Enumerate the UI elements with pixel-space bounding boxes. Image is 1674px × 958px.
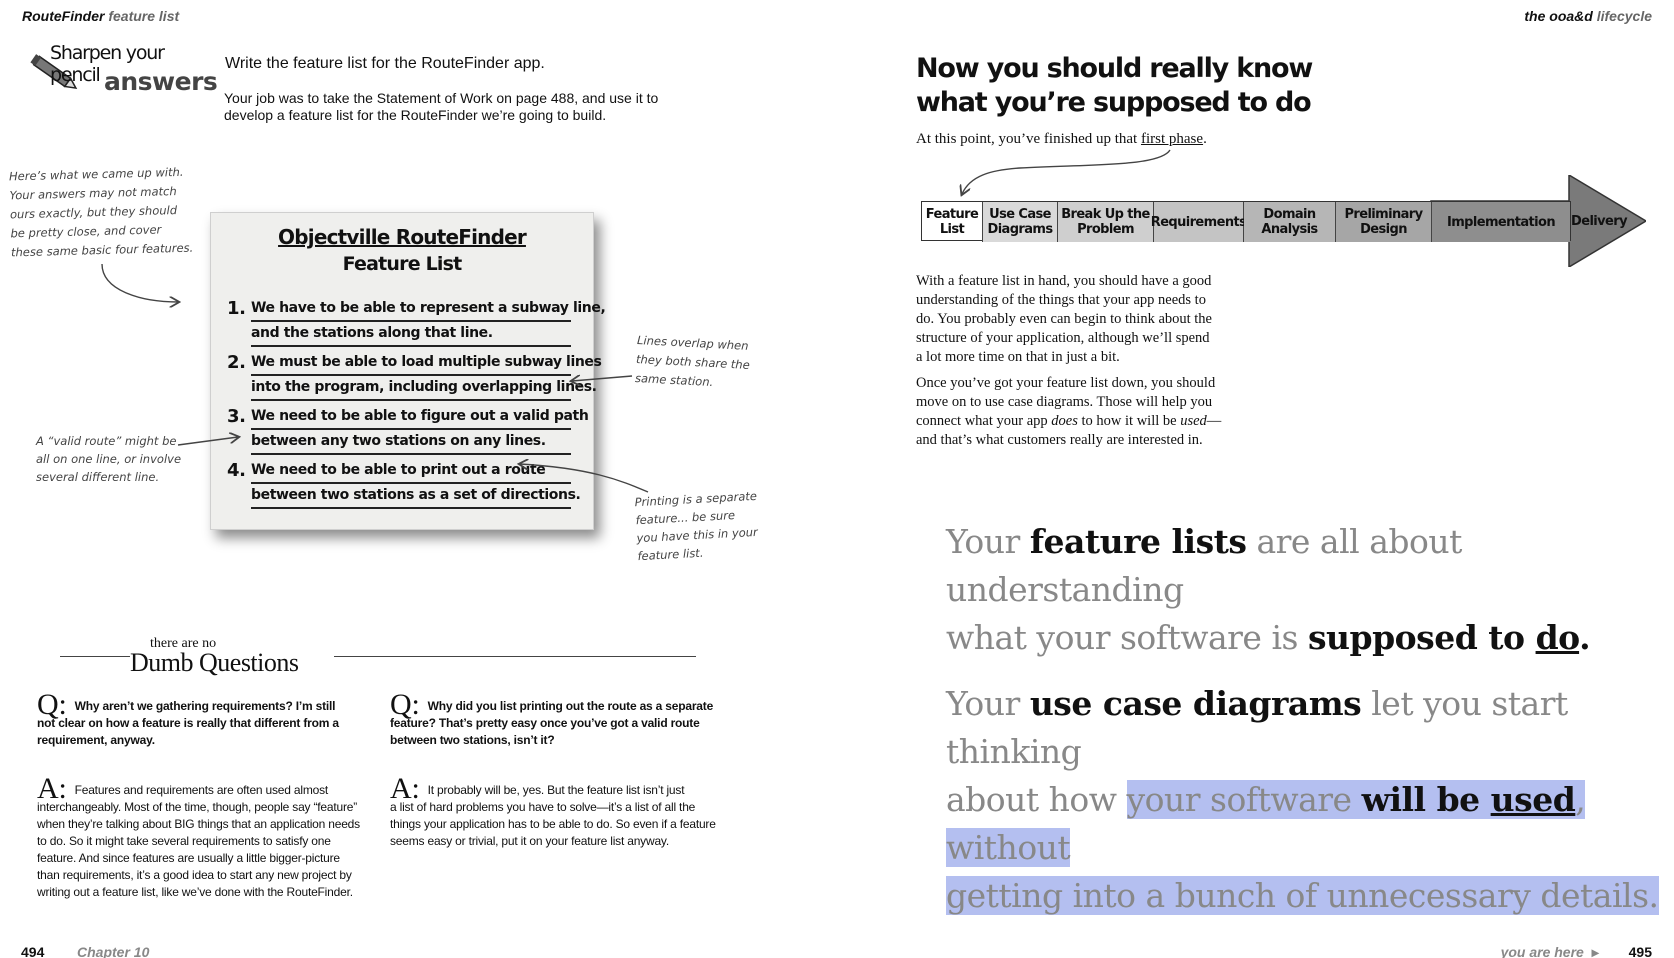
lifecycle-arrow: Feature List Use Case Diagrams Break Up th…	[921, 175, 1646, 267]
para-line: do. You probably even can begin to think…	[916, 311, 1212, 327]
paragraph-1: With a feature list in hand, you should …	[916, 272, 1212, 367]
statement-feature-lists: Your feature lists are all about underst…	[946, 518, 1674, 662]
phase-label: Diagrams	[987, 222, 1054, 237]
chapter-label: Chapter 10	[77, 944, 150, 958]
statement-text: Your	[946, 684, 1030, 723]
question-1: Q: Why aren’t we gathering requirements? …	[37, 690, 357, 749]
statement-emphasis: feature lists	[1029, 522, 1247, 561]
statement-emphasis: do	[1535, 618, 1580, 657]
statement-emphasis: .	[1579, 618, 1591, 657]
phase-preliminary-design: Preliminary Design	[1336, 202, 1432, 242]
right-heading: Now you should really know what you’re s…	[916, 52, 1313, 120]
answer-2: A: It probably will be, yes. But the feat…	[390, 774, 730, 850]
a-line: feature. And since features are usually …	[37, 851, 340, 865]
phase-use-case-diagrams: Use Case Diagrams	[983, 202, 1058, 242]
q-line: not clear on how a feature is really tha…	[37, 716, 339, 730]
question-2: Q: Why did you list printing out the rout…	[390, 690, 730, 749]
statement-emphasis: use case diagrams	[1029, 684, 1362, 723]
phase-label: Break Up the	[1061, 207, 1150, 222]
annotation-arrows	[101, 263, 649, 493]
para-line: Once you’ve got your feature list down, …	[916, 375, 1216, 391]
statement-text: Your	[946, 522, 1030, 561]
statement-emphasis: will be	[1361, 780, 1491, 819]
statement-text: your software	[1126, 780, 1362, 819]
answer-1: A: Features and requirements are often us…	[37, 774, 367, 901]
a-line: when they’re talking about BIG things th…	[37, 817, 360, 831]
statement-emphasis: used	[1490, 780, 1576, 819]
arrow-printing	[520, 464, 649, 493]
triangle-right-icon: ▸	[1591, 944, 1599, 958]
phase-label: Implementation	[1446, 214, 1556, 230]
intro-first-phase: first phase	[1140, 131, 1204, 147]
phase-label: Analysis	[1261, 222, 1318, 237]
phase-label: Domain	[1263, 207, 1316, 222]
page-number-right: 495	[1628, 944, 1652, 958]
phase-label: Delivery	[1571, 213, 1628, 229]
a-line: It probably will be, yes. But the featur…	[427, 783, 685, 797]
para-line: a lot more time on that in just a bit.	[916, 349, 1120, 365]
phase-delivery: Delivery	[1569, 201, 1629, 241]
statement-text: what your software is	[946, 618, 1308, 657]
phase-implementation: Implementation	[1432, 202, 1570, 242]
phase-requirements: Requirements	[1150, 202, 1247, 242]
para-text: —	[1206, 413, 1222, 429]
dumb-questions-title: Dumb Questions	[130, 648, 299, 677]
phase-label: Preliminary	[1344, 207, 1424, 222]
statement-emphasis: supposed to	[1307, 618, 1536, 657]
statement-text: about how	[946, 780, 1127, 819]
phase-feature-list: Feature List	[922, 202, 983, 242]
divider-left	[60, 656, 130, 657]
arrow-valid-route	[177, 437, 238, 446]
a-line: to do. So it might take several requirem…	[37, 834, 331, 848]
q-line: Why aren’t we gathering requirements? I’…	[74, 699, 336, 713]
phase-domain-analysis: Domain Analysis	[1244, 202, 1336, 242]
phase-label: Requirements	[1150, 214, 1247, 230]
a-line: Features and requirements are often used…	[74, 783, 329, 797]
phase-break-up-problem: Break Up the Problem	[1058, 202, 1154, 242]
header-subtitle: lifecycle	[1596, 8, 1652, 24]
para-text: to how it will be	[1077, 413, 1181, 429]
a-line: a list of hard problems you have to solv…	[390, 800, 696, 814]
q-line: Why did you list printing out the route …	[427, 699, 714, 713]
phase-label: Use Case	[989, 207, 1051, 222]
a-line: interchangeably. Most of the time, thoug…	[37, 800, 358, 814]
statement-highlighted: getting into a bunch of unnecessary deta…	[946, 876, 1659, 915]
para-line: and that’s what customers really are int…	[916, 432, 1203, 448]
para-italic: does	[1051, 413, 1078, 429]
right-footer: you are here ▸ 495	[1501, 944, 1652, 958]
para-text: connect what your app	[916, 413, 1052, 429]
q-line: requirement, anyway.	[37, 733, 155, 747]
para-line: structure of your application, although …	[916, 330, 1210, 346]
a-line: writing out a feature list, like we’ve d…	[37, 885, 353, 899]
heading-line: what you’re supposed to do	[916, 87, 1312, 118]
lifecycle-strip: Feature List Use Case Diagrams Break Up th…	[921, 201, 1571, 242]
phase-label: Feature	[925, 207, 979, 222]
statement-use-case-diagrams: Your use case diagrams let you start thi…	[946, 680, 1674, 920]
phase-label: List	[939, 222, 965, 237]
header-title: the ooa&d	[1524, 8, 1593, 24]
phase-label: Problem	[1077, 222, 1134, 237]
para-line: understanding of the things that your ap…	[916, 292, 1206, 308]
phase-label: Design	[1360, 222, 1407, 237]
para-line: move on to use case diagrams. Those will…	[916, 394, 1213, 410]
right-running-header: the ooa&d lifecycle	[1524, 8, 1652, 24]
intro-text: .	[1203, 131, 1207, 147]
intro-text: At this point, you’ve finished up that	[916, 131, 1141, 147]
heading-line: Now you should really know	[916, 53, 1313, 84]
you-are-here-label: you are here	[1500, 944, 1584, 958]
q-line: feature? That’s pretty easy once you’ve …	[390, 716, 700, 730]
a-line: seems easy or trivial, put it on your fe…	[390, 834, 669, 848]
a-line: than requirements, it’s a good idea to s…	[37, 868, 352, 882]
q-line: between two stations, isn’t it?	[390, 733, 555, 747]
para-italic: used	[1180, 413, 1207, 429]
arrow-overlap	[572, 376, 633, 381]
arrow-to-card	[101, 263, 178, 302]
page-number-left: 494	[21, 944, 45, 958]
a-line: things your application has to be able t…	[390, 817, 716, 831]
para-line: With a feature list in hand, you should …	[916, 273, 1212, 289]
divider-right	[334, 656, 696, 657]
paragraph-2: Once you’ve got your feature list down, …	[916, 374, 1221, 450]
